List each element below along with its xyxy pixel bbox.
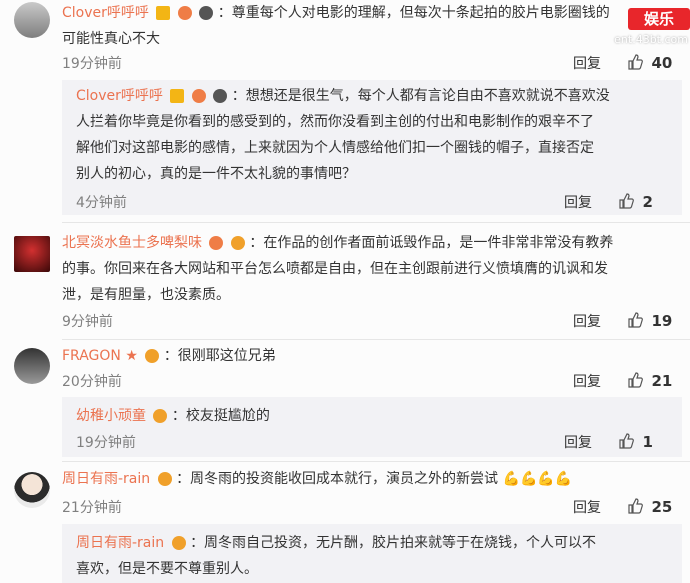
avatar[interactable]	[14, 472, 50, 508]
timestamp: 19分钟前	[62, 56, 122, 72]
timestamp: 20分钟前	[62, 374, 122, 390]
vip-icon	[145, 349, 160, 363]
thumbs-up-icon	[628, 312, 644, 328]
strong-arm-emoji-icons: 💪💪💪💪	[502, 471, 573, 487]
divider	[62, 222, 690, 223]
username[interactable]: 周日有雨-rain	[62, 471, 150, 487]
reply-button[interactable]: 回复	[564, 195, 592, 211]
reply-button[interactable]: 回复	[564, 435, 592, 451]
timestamp: 21分钟前	[62, 500, 122, 516]
like-count: 25	[651, 498, 673, 516]
badge-icons: ★	[125, 343, 160, 369]
reply-button[interactable]: 回复	[573, 56, 601, 72]
vip-icon	[157, 472, 172, 486]
fan-icon	[191, 89, 206, 103]
verified-v-icon	[156, 6, 171, 20]
badge-icons	[169, 530, 186, 556]
watermark: 娱乐 ent.43bt.com	[572, 0, 690, 58]
badge-icons	[153, 0, 214, 26]
comment-text-continued: 泄，是有胆量，也没素质。	[62, 287, 230, 303]
comment-text: ：周冬雨的投资能收回成本就行，演员之外的新尝试	[176, 471, 499, 487]
vip-icon	[230, 236, 245, 250]
username[interactable]: 周日有雨-rain	[76, 535, 164, 551]
timestamp: 9分钟前	[62, 314, 113, 330]
watermark-site: ent.43bt.com	[614, 33, 688, 46]
comment-text: ：周冬雨自己投资，无片酬，胶片拍来就等于在烧钱，个人可以不	[190, 535, 597, 551]
comment-text: ：想想还是很生气，每个人都有言论自由不喜欢就说不喜欢没	[231, 88, 610, 104]
username[interactable]: 北冥淡水鱼士多啤梨味	[62, 235, 202, 251]
comment-actions: 回复 19	[573, 311, 672, 331]
like-count: 1	[642, 433, 653, 451]
username[interactable]: FRAGON	[62, 348, 121, 364]
like-count: 21	[651, 372, 673, 390]
panda-icon	[199, 6, 214, 20]
comment-actions: 回复 2	[564, 192, 653, 212]
comment-3: 北冥淡水鱼士多啤梨味 ：在作品的创作者面前诋毁作品，是一件非常非常没有教养 的事…	[0, 228, 690, 338]
divider	[62, 461, 690, 462]
like-button[interactable]: 40	[627, 54, 672, 72]
reply-button[interactable]: 回复	[573, 314, 601, 330]
thumbs-up-icon	[628, 498, 644, 514]
thumbs-up-icon	[628, 372, 644, 388]
badge-icons	[150, 403, 168, 429]
comment-actions: 回复 1	[564, 432, 653, 452]
nested-replies-box: 周日有雨-rain ：周冬雨自己投资，无片酬，胶片拍来就等于在烧钱，个人可以不 …	[62, 524, 682, 583]
badge-icons	[155, 466, 172, 492]
badge-icons	[167, 83, 228, 109]
comment-4: FRAGON ★ ：很刚耶这位兄弟 20分钟前 回复 21	[0, 343, 690, 395]
comment-text-continued: 喜欢，但是不要不尊重别人。	[76, 561, 258, 577]
verified-v-icon	[170, 89, 185, 103]
like-button[interactable]: 21	[627, 372, 673, 390]
avatar[interactable]	[14, 236, 50, 272]
comment-text: ：在作品的创作者面前诋毁作品，是一件非常非常没有教养	[249, 235, 614, 251]
like-button[interactable]: 2	[618, 193, 653, 211]
comment-text-continued: 可能性真心不大	[62, 31, 160, 47]
thumbs-up-icon	[619, 193, 635, 209]
comment-text: ：很刚耶这位兄弟	[163, 348, 276, 364]
thumbs-up-icon	[619, 433, 635, 449]
avatar[interactable]	[14, 348, 50, 384]
panda-icon	[213, 89, 228, 103]
like-count: 2	[642, 193, 653, 211]
fan-icon	[209, 236, 224, 250]
comment-text-continued: 解他们对这部电影的感情，上来就因为个人情感给他们扣一个圈钱的帽子，直接否定	[76, 140, 594, 156]
vip-icon	[153, 409, 168, 423]
reply-button[interactable]: 回复	[573, 374, 601, 390]
star-icon: ★	[125, 348, 138, 364]
like-button[interactable]: 25	[627, 498, 673, 516]
reply-button[interactable]: 回复	[573, 500, 601, 516]
fan-icon	[177, 6, 192, 20]
comment-6: 周日有雨-rain ：周冬雨的投资能收回成本就行，演员之外的新尝试 💪💪💪💪 2…	[0, 466, 690, 516]
vip-icon	[171, 536, 186, 550]
username[interactable]: 幼稚小顽童	[76, 408, 146, 424]
badge-icons	[206, 230, 245, 256]
comment-text: ：校友挺尴尬的	[171, 408, 270, 424]
divider	[62, 339, 690, 340]
comment-text: ：尊重每个人对电影的理解，但每次十条起拍的胶片电影圈钱的	[217, 5, 610, 21]
comment-actions: 回复 21	[573, 371, 672, 391]
comment-actions: 回复 25	[573, 497, 672, 517]
username[interactable]: Clover呼呼呼	[76, 88, 163, 104]
like-button[interactable]: 19	[627, 312, 673, 330]
username[interactable]: Clover呼呼呼	[62, 5, 149, 21]
nested-replies-box: 幼稚小顽童 ：校友挺尴尬的 19分钟前 回复 1	[62, 397, 682, 457]
comment-text-continued: 别人的初心，真的是一件不太礼貌的事情吧？	[76, 166, 356, 182]
timestamp: 4分钟前	[76, 195, 127, 211]
nested-replies-box: Clover呼呼呼 ：想想还是很生气，每个人都有言论自由不喜欢就说不喜欢没 人拦…	[62, 80, 682, 215]
timestamp: 19分钟前	[76, 435, 136, 451]
like-count: 19	[651, 312, 673, 330]
comment-text-continued: 的事。你回来在各大网站和平台怎么喷都是自由，但在主创跟前进行义愤填膺的讥讽和发	[62, 261, 608, 277]
comment-text-continued: 人拦着你毕竟是你看到的感受到的，然而你没看到主创的付出和电影制作的艰辛不了	[76, 114, 594, 130]
avatar[interactable]	[14, 2, 50, 38]
watermark-badge: 娱乐	[628, 8, 690, 30]
like-button[interactable]: 1	[618, 433, 653, 451]
